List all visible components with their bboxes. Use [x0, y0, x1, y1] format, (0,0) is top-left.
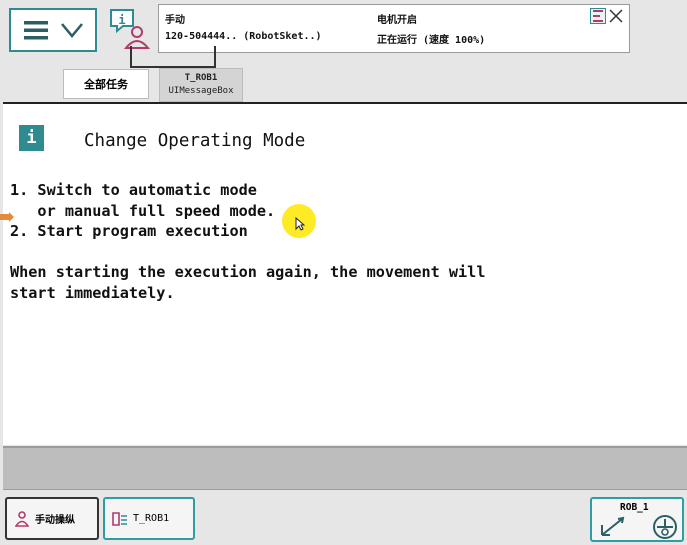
info-icon: i	[19, 125, 44, 151]
tab-trob1[interactable]: T_ROB1 UIMessageBox	[159, 68, 243, 102]
svg-text:i: i	[118, 13, 125, 27]
message-line-2: or manual full speed mode.	[10, 202, 276, 220]
message-line-5: When starting the execution again, the m…	[10, 263, 486, 281]
coordinate-axes-icon	[601, 516, 625, 536]
hamburger-menu-icon	[24, 21, 48, 40]
pointer-arrow-icon	[0, 212, 14, 222]
chevron-down-icon	[61, 23, 83, 38]
message-line-6: start immediately.	[10, 284, 175, 302]
message-line-1: 1. Switch to automatic mode	[10, 181, 257, 199]
message-button-bar	[3, 446, 687, 490]
motor-state: 电机开启	[377, 15, 417, 26]
main-menu-button[interactable]	[9, 8, 97, 52]
mouse-cursor-icon	[295, 217, 305, 231]
message-title: Change Operating Mode	[84, 131, 306, 151]
person-icon	[15, 510, 29, 527]
task-trob1-button[interactable]: T_ROB1	[103, 497, 195, 540]
controller-name: 120-504444.. (RobotSket..)	[165, 31, 322, 42]
tab-all-tasks[interactable]: 全部任务	[63, 69, 149, 99]
run-state: 正在运行 (速度 100%)	[377, 35, 486, 46]
task-trob1-label: T_ROB1	[133, 513, 170, 524]
status-panel: 手动 120-504444.. (RobotSket..) 电机开启 正在运行 …	[158, 4, 630, 53]
robot-label: ROB_1	[620, 502, 649, 513]
program-editor-icon	[112, 511, 127, 526]
jogging-button[interactable]: 手动操纵	[5, 497, 99, 540]
status-icons	[590, 8, 624, 28]
tab-trob1-title: T_ROB1	[184, 73, 218, 83]
jogging-button-label: 手动操纵	[35, 515, 75, 526]
tool-frame-icon	[653, 515, 677, 539]
program-state-icon	[590, 8, 606, 24]
mode-text: 手动	[165, 15, 185, 26]
tab-connector	[130, 46, 216, 68]
tab-trob1-subtitle: UIMessageBox	[168, 86, 234, 96]
close-icon[interactable]	[608, 8, 624, 24]
message-line-3: 2. Start program execution	[10, 222, 248, 240]
robot-jog-button[interactable]: ROB_1	[590, 497, 684, 542]
